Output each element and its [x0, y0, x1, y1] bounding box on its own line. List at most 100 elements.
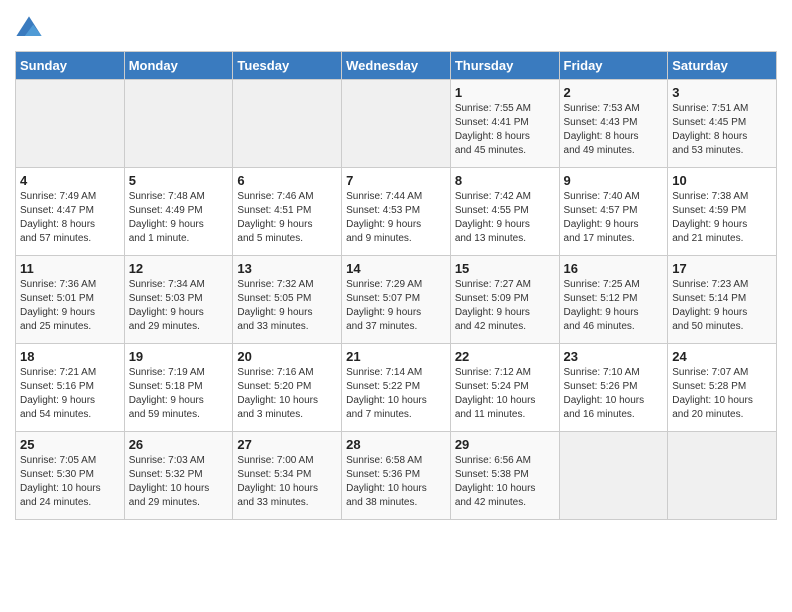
day-number: 7 — [346, 173, 446, 188]
day-number: 15 — [455, 261, 555, 276]
calendar-cell — [16, 80, 125, 168]
day-info: Sunrise: 7:38 AM Sunset: 4:59 PM Dayligh… — [672, 190, 772, 246]
day-number: 28 — [346, 437, 446, 452]
weekday-header-thursday: Thursday — [450, 52, 559, 80]
calendar-cell: 27 Sunrise: 7:00 AM Sunset: 5:34 PM Dayli… — [233, 432, 342, 520]
day-number: 23 — [564, 349, 664, 364]
day-info: Sunrise: 7:34 AM Sunset: 5:03 PM Dayligh… — [129, 278, 229, 334]
calendar-cell: 5 Sunrise: 7:48 AM Sunset: 4:49 PM Daylig… — [124, 168, 233, 256]
calendar-cell — [668, 432, 777, 520]
day-info: Sunrise: 7:44 AM Sunset: 4:53 PM Dayligh… — [346, 190, 446, 246]
day-number: 8 — [455, 173, 555, 188]
day-info: Sunrise: 7:12 AM Sunset: 5:24 PM Dayligh… — [455, 366, 555, 422]
calendar-cell: 22 Sunrise: 7:12 AM Sunset: 5:24 PM Dayli… — [450, 344, 559, 432]
calendar-cell: 28 Sunrise: 6:58 AM Sunset: 5:36 PM Dayli… — [342, 432, 451, 520]
calendar-cell — [559, 432, 668, 520]
day-info: Sunrise: 7:55 AM Sunset: 4:41 PM Dayligh… — [455, 102, 555, 158]
day-info: Sunrise: 7:03 AM Sunset: 5:32 PM Dayligh… — [129, 454, 229, 510]
day-number: 13 — [237, 261, 337, 276]
calendar-cell: 9Sunrise: 7:40 AM Sunset: 4:57 PM Daylig… — [559, 168, 668, 256]
day-number: 4 — [20, 173, 120, 188]
calendar-cell: 23 Sunrise: 7:10 AM Sunset: 5:26 PM Dayli… — [559, 344, 668, 432]
day-number: 22 — [455, 349, 555, 364]
day-info: Sunrise: 7:49 AM Sunset: 4:47 PM Dayligh… — [20, 190, 120, 246]
day-number: 18 — [20, 349, 120, 364]
calendar-cell: 1 Sunrise: 7:55 AM Sunset: 4:41 PM Daylig… — [450, 80, 559, 168]
day-info: Sunrise: 7:27 AM Sunset: 5:09 PM Dayligh… — [455, 278, 555, 334]
calendar-cell: 12 Sunrise: 7:34 AM Sunset: 5:03 PM Dayli… — [124, 256, 233, 344]
calendar-cell: 14Sunrise: 7:29 AM Sunset: 5:07 PM Dayli… — [342, 256, 451, 344]
day-number: 11 — [20, 261, 120, 276]
calendar-cell: 17Sunrise: 7:23 AM Sunset: 5:14 PM Dayli… — [668, 256, 777, 344]
day-info: Sunrise: 7:10 AM Sunset: 5:26 PM Dayligh… — [564, 366, 664, 422]
calendar-cell: 16 Sunrise: 7:25 AM Sunset: 5:12 PM Dayli… — [559, 256, 668, 344]
calendar-week-4: 18 Sunrise: 7:21 AM Sunset: 5:16 PM Dayli… — [16, 344, 777, 432]
day-number: 21 — [346, 349, 446, 364]
calendar-cell: 15 Sunrise: 7:27 AM Sunset: 5:09 PM Dayli… — [450, 256, 559, 344]
calendar-cell: 3 Sunrise: 7:51 AM Sunset: 4:45 PM Daylig… — [668, 80, 777, 168]
calendar-cell — [342, 80, 451, 168]
day-number: 6 — [237, 173, 337, 188]
day-info: Sunrise: 6:56 AM Sunset: 5:38 PM Dayligh… — [455, 454, 555, 510]
day-info: Sunrise: 7:21 AM Sunset: 5:16 PM Dayligh… — [20, 366, 120, 422]
calendar-cell: 19 Sunrise: 7:19 AM Sunset: 5:18 PM Dayli… — [124, 344, 233, 432]
calendar-week-3: 11 Sunrise: 7:36 AM Sunset: 5:01 PM Dayli… — [16, 256, 777, 344]
weekday-header-friday: Friday — [559, 52, 668, 80]
weekday-header-row: SundayMondayTuesdayWednesdayThursdayFrid… — [16, 52, 777, 80]
day-number: 16 — [564, 261, 664, 276]
calendar-cell: 24Sunrise: 7:07 AM Sunset: 5:28 PM Dayli… — [668, 344, 777, 432]
day-number: 1 — [455, 85, 555, 100]
calendar-table: SundayMondayTuesdayWednesdayThursdayFrid… — [15, 51, 777, 520]
day-info: Sunrise: 7:07 AM Sunset: 5:28 PM Dayligh… — [672, 366, 772, 422]
day-number: 20 — [237, 349, 337, 364]
calendar-cell: 21 Sunrise: 7:14 AM Sunset: 5:22 PM Dayli… — [342, 344, 451, 432]
calendar-cell — [124, 80, 233, 168]
calendar-cell: 13 Sunrise: 7:32 AM Sunset: 5:05 PM Dayli… — [233, 256, 342, 344]
day-number: 3 — [672, 85, 772, 100]
day-info: Sunrise: 7:00 AM Sunset: 5:34 PM Dayligh… — [237, 454, 337, 510]
calendar-cell: 7 Sunrise: 7:44 AM Sunset: 4:53 PM Daylig… — [342, 168, 451, 256]
logo-icon — [15, 15, 43, 43]
day-info: Sunrise: 7:05 AM Sunset: 5:30 PM Dayligh… — [20, 454, 120, 510]
weekday-header-sunday: Sunday — [16, 52, 125, 80]
weekday-header-saturday: Saturday — [668, 52, 777, 80]
calendar-cell — [233, 80, 342, 168]
calendar-cell: 11 Sunrise: 7:36 AM Sunset: 5:01 PM Dayli… — [16, 256, 125, 344]
day-info: Sunrise: 7:40 AM Sunset: 4:57 PM Dayligh… — [564, 190, 664, 246]
weekday-header-tuesday: Tuesday — [233, 52, 342, 80]
calendar-cell: 20 Sunrise: 7:16 AM Sunset: 5:20 PM Dayli… — [233, 344, 342, 432]
day-number: 27 — [237, 437, 337, 452]
day-info: Sunrise: 7:19 AM Sunset: 5:18 PM Dayligh… — [129, 366, 229, 422]
calendar-cell: 10Sunrise: 7:38 AM Sunset: 4:59 PM Dayli… — [668, 168, 777, 256]
weekday-header-monday: Monday — [124, 52, 233, 80]
weekday-header-wednesday: Wednesday — [342, 52, 451, 80]
day-info: Sunrise: 7:23 AM Sunset: 5:14 PM Dayligh… — [672, 278, 772, 334]
day-info: Sunrise: 7:29 AM Sunset: 5:07 PM Dayligh… — [346, 278, 446, 334]
calendar-week-2: 4 Sunrise: 7:49 AM Sunset: 4:47 PM Daylig… — [16, 168, 777, 256]
day-number: 5 — [129, 173, 229, 188]
day-info: Sunrise: 7:14 AM Sunset: 5:22 PM Dayligh… — [346, 366, 446, 422]
day-info: Sunrise: 7:46 AM Sunset: 4:51 PM Dayligh… — [237, 190, 337, 246]
day-number: 2 — [564, 85, 664, 100]
calendar-week-1: 1 Sunrise: 7:55 AM Sunset: 4:41 PM Daylig… — [16, 80, 777, 168]
day-number: 26 — [129, 437, 229, 452]
day-info: Sunrise: 7:53 AM Sunset: 4:43 PM Dayligh… — [564, 102, 664, 158]
day-number: 19 — [129, 349, 229, 364]
day-info: Sunrise: 7:16 AM Sunset: 5:20 PM Dayligh… — [237, 366, 337, 422]
calendar-cell: 4 Sunrise: 7:49 AM Sunset: 4:47 PM Daylig… — [16, 168, 125, 256]
calendar-cell: 29Sunrise: 6:56 AM Sunset: 5:38 PM Dayli… — [450, 432, 559, 520]
day-info: Sunrise: 7:25 AM Sunset: 5:12 PM Dayligh… — [564, 278, 664, 334]
day-info: Sunrise: 7:48 AM Sunset: 4:49 PM Dayligh… — [129, 190, 229, 246]
calendar-week-5: 25Sunrise: 7:05 AM Sunset: 5:30 PM Dayli… — [16, 432, 777, 520]
calendar-cell: 26 Sunrise: 7:03 AM Sunset: 5:32 PM Dayli… — [124, 432, 233, 520]
day-info: Sunrise: 7:36 AM Sunset: 5:01 PM Dayligh… — [20, 278, 120, 334]
day-number: 12 — [129, 261, 229, 276]
day-info: Sunrise: 7:42 AM Sunset: 4:55 PM Dayligh… — [455, 190, 555, 246]
calendar-cell: 6 Sunrise: 7:46 AM Sunset: 4:51 PM Daylig… — [233, 168, 342, 256]
header — [15, 10, 777, 43]
day-info: Sunrise: 7:32 AM Sunset: 5:05 PM Dayligh… — [237, 278, 337, 334]
calendar-cell: 2 Sunrise: 7:53 AM Sunset: 4:43 PM Daylig… — [559, 80, 668, 168]
calendar-cell: 8 Sunrise: 7:42 AM Sunset: 4:55 PM Daylig… — [450, 168, 559, 256]
day-info: Sunrise: 7:51 AM Sunset: 4:45 PM Dayligh… — [672, 102, 772, 158]
day-info: Sunrise: 6:58 AM Sunset: 5:36 PM Dayligh… — [346, 454, 446, 510]
